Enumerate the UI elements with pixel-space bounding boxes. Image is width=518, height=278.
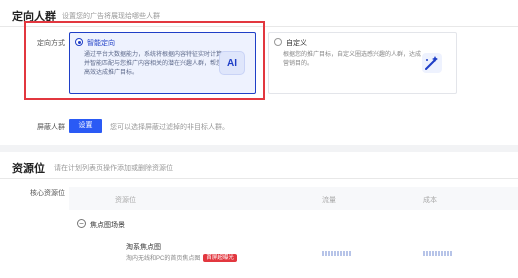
custom-targeting-radio[interactable] — [274, 38, 282, 46]
resource-sub-text: 淘内无线和PC的首页焦点图 — [126, 256, 201, 262]
traffic-bar — [322, 251, 352, 256]
custom-targeting-option[interactable]: 自定义 根据您的推广目标，自定义圈选感兴趣的人群，达成营销目的。 — [268, 32, 457, 94]
exclude-hint: 您可以选择屏蔽过滤掉的非目标人群。 — [110, 124, 229, 131]
resource-sub: 淘内无线和PC的首页焦点图 首屏超曝光 — [126, 253, 237, 263]
table-header: 资源位 流量 成本 — [69, 187, 518, 210]
custom-targeting-title: 自定义 — [286, 40, 307, 47]
exclude-set-button[interactable]: 设置 — [69, 119, 102, 133]
resource-name: 淘系焦点图 — [126, 244, 161, 251]
highlight-box — [24, 21, 265, 100]
column-header-cost: 成本 — [423, 197, 437, 204]
resource-hint: 请在计划列表页操作添加或删除资源位 — [54, 165, 173, 172]
column-header-resource: 资源位 — [115, 197, 136, 204]
targeting-panel: 定向人群 设置您的广告将展现给哪些人群 定向方式 智能定向 通过平台大数据能力，… — [0, 0, 518, 145]
collapse-icon[interactable]: − — [77, 219, 86, 228]
resource-divider — [0, 178, 518, 179]
custom-targeting-desc: 根据您的推广目标，自定义圈选感兴趣的人群，达成营销目的。 — [283, 52, 422, 67]
magic-wand-icon — [422, 53, 442, 73]
status-badge: 首屏超曝光 — [203, 254, 237, 263]
targeting-hint: 设置您的广告将展现给哪些人群 — [62, 13, 160, 20]
core-resource-label: 核心资源位 — [30, 190, 65, 197]
resource-title: 资源位 — [12, 163, 45, 175]
cost-bar — [423, 251, 453, 256]
group-label: 焦点图场景 — [90, 222, 125, 229]
exclude-label: 屏蔽人群 — [37, 124, 65, 131]
resource-panel: 资源位 请在计划列表页操作添加或删除资源位 核心资源位 资源位 流量 成本 − … — [0, 152, 518, 278]
column-header-traffic: 流量 — [322, 197, 336, 204]
group-row[interactable]: − 焦点图场景 — [69, 217, 518, 233]
resource-table: 资源位 流量 成本 − 焦点图场景 淘系焦点图 淘内无线和PC的首页焦点图 首屏超… — [69, 187, 518, 278]
